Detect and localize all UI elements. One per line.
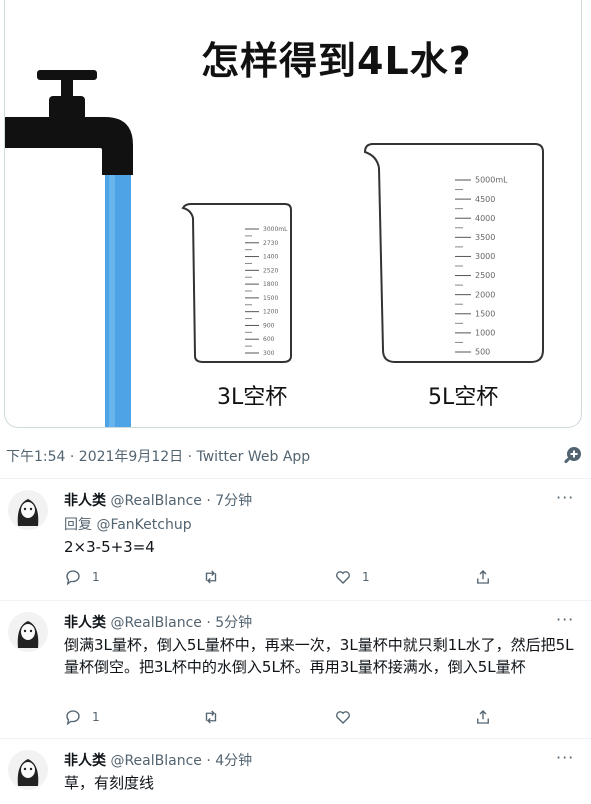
reply-to-mention[interactable]: @FanKetchup (96, 517, 191, 533)
reply-to-line: 回复 @FanKetchup (64, 514, 192, 534)
scale-tick-label: 2000 (475, 290, 495, 299)
handle-and-time[interactable]: @RealBlance · 7分钟 (110, 493, 252, 509)
scale-tick-label: 2500 (475, 271, 495, 280)
heart-icon (336, 571, 350, 584)
scale-tick-label: 3000mL (263, 226, 288, 233)
scale-tick-label: 500 (475, 348, 490, 357)
avatar[interactable] (8, 490, 48, 530)
reply-header: 非人类 @RealBlance · 5分钟 (64, 612, 252, 632)
scale-tick-label: 1800 (263, 281, 278, 288)
share-button[interactable] (474, 708, 492, 726)
scale-tick-label: 2520 (263, 267, 278, 274)
avatar[interactable] (8, 612, 48, 652)
share-icon (477, 570, 489, 584)
reply-button[interactable]: 1 (64, 708, 100, 726)
retweet-icon (205, 570, 217, 584)
cup-5l-label: 5L空杯 (428, 385, 499, 410)
more-options-icon[interactable]: ··· (556, 748, 574, 767)
reply-header: 非人类 @RealBlance · 4分钟 (64, 750, 252, 770)
scale-tick-label: 600 (263, 336, 275, 343)
share-button[interactable] (474, 568, 492, 586)
display-name[interactable]: 非人类 (64, 615, 106, 631)
scale-tick-label: 2730 (263, 240, 278, 247)
scale-tick-label: 1400 (263, 254, 278, 261)
like-button[interactable]: 1 (334, 568, 370, 586)
beaker-5l (363, 143, 544, 363)
beaker-5l-scale: 5000mL 4500 4000 3500 3000 2500 2000 1500 1000 50… (455, 176, 508, 357)
scale-tick-label: 3000 (475, 252, 495, 261)
reply-tweet[interactable]: 非人类 @RealBlance · 5分钟 ··· 倒满3L量杯，倒入5L量杯中… (0, 600, 591, 738)
like-count: 1 (362, 570, 370, 584)
comment-icon (66, 710, 80, 726)
retweet-button[interactable] (202, 708, 230, 726)
handle-and-time[interactable]: @RealBlance · 4分钟 (110, 753, 252, 769)
reply-tweet[interactable]: 非人类 @RealBlance · 7分钟 ··· 回复 @FanKetchup… (0, 478, 591, 606)
beaker-3l-scale: 3000mL 2730 1400 2520 1800 1500 1200 900 600 300 (245, 226, 288, 357)
reply-header: 非人类 @RealBlance · 7分钟 (64, 490, 252, 510)
retweet-icon (205, 710, 217, 724)
scale-tick-label: 3500 (475, 233, 495, 242)
scale-tick-label: 1200 (263, 309, 278, 316)
water-stream (105, 175, 131, 427)
tweet-timestamp[interactable]: 下午1:54 · 2021年9月12日 · Twitter Web App (6, 446, 310, 466)
puzzle-title: 怎样得到4L水? (201, 39, 472, 83)
more-options-icon[interactable]: ··· (556, 488, 574, 507)
reply-to-prefix: 回复 (64, 517, 97, 533)
scale-tick-label: 5000mL (475, 176, 508, 185)
scale-tick-label: 4500 (475, 195, 495, 204)
scale-tick-label: 300 (263, 350, 275, 357)
reply-button[interactable]: 1 (64, 568, 100, 586)
avatar[interactable] (8, 750, 48, 790)
share-icon (477, 710, 489, 724)
scale-tick-label: 1000 (475, 329, 495, 338)
faucet (5, 70, 133, 175)
like-button[interactable] (334, 708, 362, 726)
display-name[interactable]: 非人类 (64, 753, 106, 769)
display-name[interactable]: 非人类 (64, 493, 106, 509)
reply-count: 1 (92, 570, 100, 584)
reply-text: 倒满3L量杯，倒入5L量杯中，再来一次，3L量杯中就只剩1L水了，然后把5L量杯… (64, 636, 574, 676)
scale-tick-label: 1500 (475, 309, 495, 318)
reply-count: 1 (92, 710, 100, 724)
more-options-icon[interactable]: ··· (556, 610, 574, 629)
scale-tick-label: 1500 (263, 295, 278, 302)
scale-tick-label: 4000 (475, 214, 495, 223)
cup-3l-label: 3L空杯 (217, 385, 288, 410)
comment-icon (66, 570, 80, 586)
retweet-button[interactable] (202, 568, 230, 586)
reply-text: 2×3-5+3=4 (64, 538, 155, 556)
reply-tweet[interactable]: 非人类 @RealBlance · 4分钟 ··· 草，有刻度线 (0, 738, 591, 804)
action-bar: 1 (64, 708, 504, 728)
scale-tick-label: 900 (263, 322, 275, 329)
action-bar: 1 1 (64, 568, 504, 588)
handle-and-time[interactable]: @RealBlance · 5分钟 (110, 615, 252, 631)
heart-icon (336, 711, 350, 724)
zoom-in-icon[interactable] (562, 444, 584, 466)
reply-text: 草，有刻度线 (64, 774, 155, 792)
tweet-image[interactable]: 3000mL 2730 1400 2520 1800 1500 1200 900 600 300 … (4, 0, 582, 428)
